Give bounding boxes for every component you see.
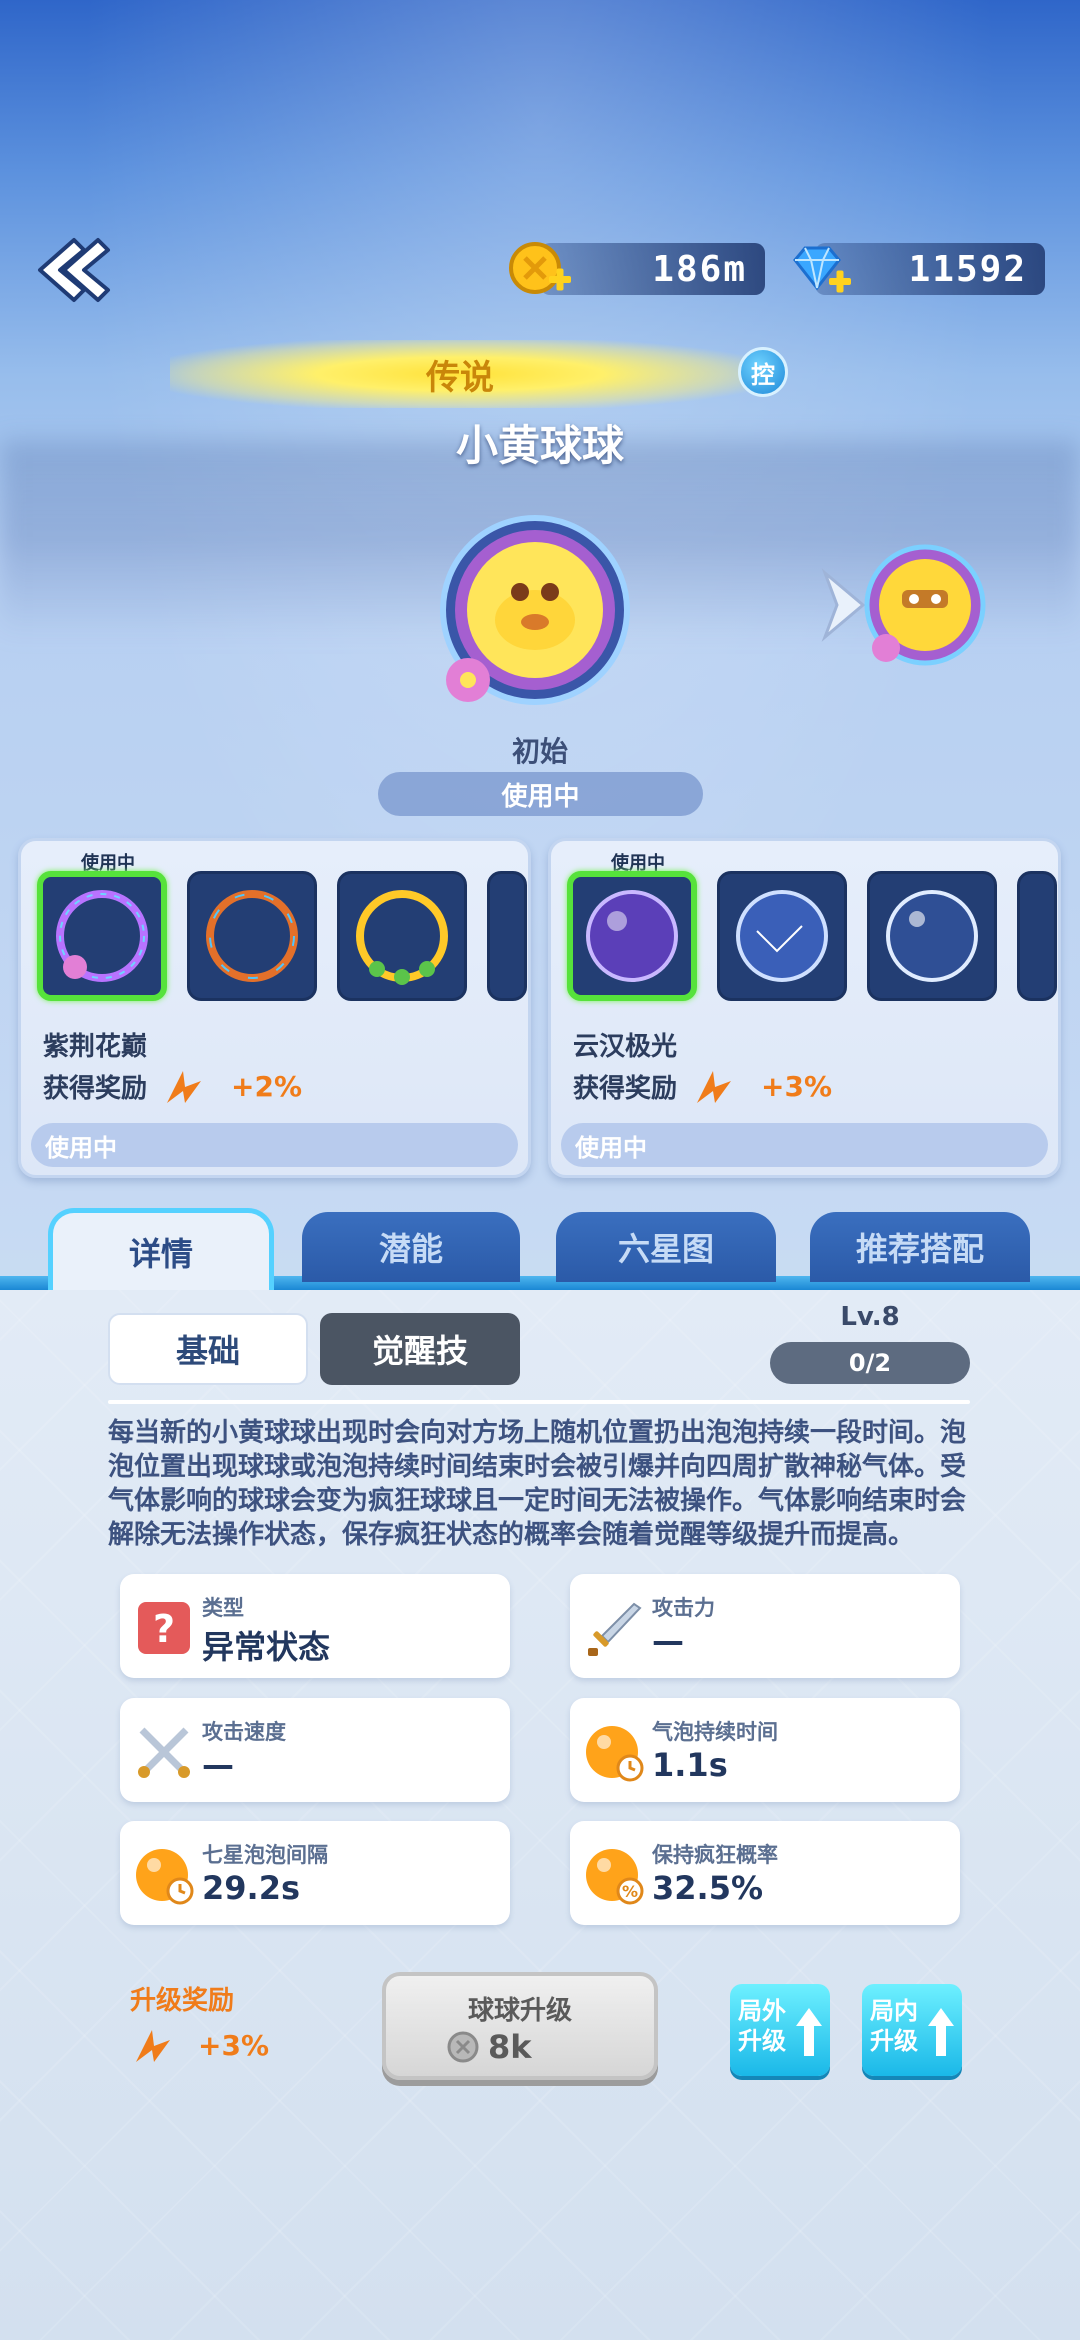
frame-slot-3[interactable] bbox=[337, 871, 467, 1001]
constellation-bubble-icon bbox=[736, 890, 828, 982]
upgrade-cost: 8k bbox=[446, 2028, 532, 2066]
attack-boost-icon bbox=[167, 1071, 202, 1103]
bubble-timer-icon bbox=[136, 1849, 194, 1905]
upgrade-reward-row: +3% bbox=[130, 2022, 269, 2068]
skill-description[interactable]: 每当新的小黄球球出现时会向对方场上随机位置扔出泡泡持续一段时间。泡泡位置出现球球… bbox=[108, 1416, 970, 1552]
bubble-slot-1[interactable] bbox=[567, 871, 697, 1001]
gold-value: 186m bbox=[652, 248, 747, 290]
tab-details[interactable]: 详情 bbox=[48, 1208, 274, 1290]
level-label: Lv.8 bbox=[840, 1302, 900, 1332]
frame-slot-2[interactable] bbox=[187, 871, 317, 1001]
stat-value: 29.2s bbox=[202, 1869, 300, 1907]
rarity-text: 传说 bbox=[426, 357, 494, 398]
stat-label: 保持疯狂概率 bbox=[652, 1843, 778, 1867]
stat-attack: 攻击力 — bbox=[570, 1574, 960, 1678]
divider bbox=[108, 1400, 970, 1404]
stage-label: 初始 bbox=[511, 735, 568, 768]
stat-label: 类型 bbox=[202, 1596, 244, 1620]
attack-boost-icon bbox=[697, 1071, 732, 1103]
stat-value: 1.1s bbox=[652, 1746, 728, 1784]
tab-recommended[interactable]: 推荐搭配 bbox=[810, 1212, 1030, 1282]
ball-upgrade-button[interactable]: 球球升级 8k bbox=[382, 1972, 658, 2080]
stat-seven-star-interval: 七星泡泡间隔 29.2s bbox=[120, 1821, 510, 1925]
reward-value: +2% bbox=[231, 1069, 303, 1103]
svg-text:?: ? bbox=[153, 1607, 175, 1651]
frame-slot-1[interactable] bbox=[37, 871, 167, 1001]
tab-six-star[interactable]: 六星图 bbox=[556, 1212, 776, 1282]
upgrade-reward-value: +3% bbox=[198, 2028, 269, 2062]
level-progress: 0/2 bbox=[770, 1342, 970, 1384]
frame-skin-name: 紫荆花巅 bbox=[43, 1032, 148, 1062]
in-use-pill: 使用中 bbox=[378, 772, 703, 816]
bubble-slot-4[interactable] bbox=[1017, 871, 1057, 1001]
svg-text:%: % bbox=[622, 1882, 638, 1901]
bubble-in-use-bar: 使用中 bbox=[561, 1123, 1048, 1167]
back-button[interactable] bbox=[22, 222, 118, 318]
yellow-ball-character-icon[interactable] bbox=[430, 510, 640, 720]
stat-label: 攻击速度 bbox=[202, 1720, 286, 1744]
tab-potential[interactable]: 潜能 bbox=[302, 1212, 520, 1282]
fire-frame-icon bbox=[206, 890, 298, 982]
diamond-plus-icon[interactable] bbox=[785, 236, 855, 302]
upgrade-cost-value: 8k bbox=[488, 2028, 532, 2066]
subtab-awaken-skill[interactable]: 觉醒技 bbox=[320, 1313, 520, 1385]
control-badge[interactable]: 控 bbox=[738, 347, 788, 397]
stat-attack-speed: 攻击速度 — bbox=[120, 1698, 510, 1802]
galaxy-bubble-icon bbox=[586, 890, 678, 982]
gold-coin-plus-icon[interactable] bbox=[505, 236, 575, 302]
stat-label: 七星泡泡间隔 bbox=[202, 1843, 328, 1867]
sword-icon bbox=[588, 1602, 642, 1656]
gem-value: 11592 bbox=[908, 248, 1027, 290]
outside-upgrade-button[interactable]: 局外 升级 bbox=[730, 1984, 830, 2076]
frame-reward-row: 获得奖励 +2% bbox=[43, 1063, 302, 1109]
reward-label: 获得奖励 bbox=[43, 1073, 148, 1104]
bubble-skin-panel: 使用中 云汉极光 获得奖励 +3% 使用中 bbox=[548, 838, 1061, 1178]
upgrade-reward-label: 升级奖励 bbox=[130, 1986, 235, 2016]
stat-value: 32.5% bbox=[652, 1869, 764, 1907]
back-arrow-icon bbox=[38, 238, 110, 302]
frame-slot-4[interactable] bbox=[487, 871, 527, 1001]
inside-upgrade-button[interactable]: 局内 升级 bbox=[862, 1984, 962, 2076]
crossed-swords-icon bbox=[138, 1727, 190, 1778]
question-mark-icon: ? bbox=[138, 1602, 190, 1654]
stat-bubble-duration: 气泡持续时间 1.1s bbox=[570, 1698, 960, 1802]
bubble-slot-3[interactable] bbox=[867, 871, 997, 1001]
stat-label: 气泡持续时间 bbox=[652, 1720, 778, 1744]
stat-value: — bbox=[652, 1622, 684, 1660]
bubble-timer-icon bbox=[586, 1726, 644, 1782]
frame-in-use-bar: 使用中 bbox=[31, 1123, 518, 1167]
frame-skin-panel: 使用中 紫荆花巅 获得奖励 +2% 使用中 bbox=[18, 838, 531, 1178]
ball-name: 小黄球球 bbox=[455, 421, 624, 470]
clear-bubble-icon bbox=[886, 890, 978, 982]
upgrade-button-label: 球球升级 bbox=[467, 1996, 572, 2026]
bubble-slot-2[interactable] bbox=[717, 871, 847, 1001]
stat-type: ? 类型 异常状态 bbox=[120, 1574, 510, 1678]
rarity-banner: 传说 bbox=[170, 340, 750, 408]
stat-frenzy-chance: % 保持疯狂概率 32.5% bbox=[570, 1821, 960, 1925]
reward-value: +3% bbox=[761, 1069, 833, 1103]
up-arrow-icon bbox=[796, 2008, 822, 2056]
bubble-percent-icon: % bbox=[586, 1849, 644, 1905]
stat-value: 异常状态 bbox=[202, 1628, 331, 1666]
bubble-reward-row: 获得奖励 +3% bbox=[573, 1063, 832, 1109]
stat-label: 攻击力 bbox=[652, 1596, 715, 1620]
leaf-frame-icon bbox=[356, 890, 448, 985]
attack-boost-icon bbox=[136, 2030, 170, 2062]
evolved-ball-character-icon[interactable] bbox=[860, 540, 990, 670]
reward-label: 获得奖励 bbox=[573, 1073, 678, 1104]
up-arrow-icon bbox=[928, 2008, 954, 2056]
bubble-skin-name: 云汉极光 bbox=[573, 1032, 678, 1062]
purple-thorn-frame-icon bbox=[56, 890, 148, 982]
coin-icon bbox=[447, 2031, 479, 2063]
stat-value: — bbox=[202, 1746, 234, 1784]
subtab-basic[interactable]: 基础 bbox=[108, 1313, 308, 1385]
